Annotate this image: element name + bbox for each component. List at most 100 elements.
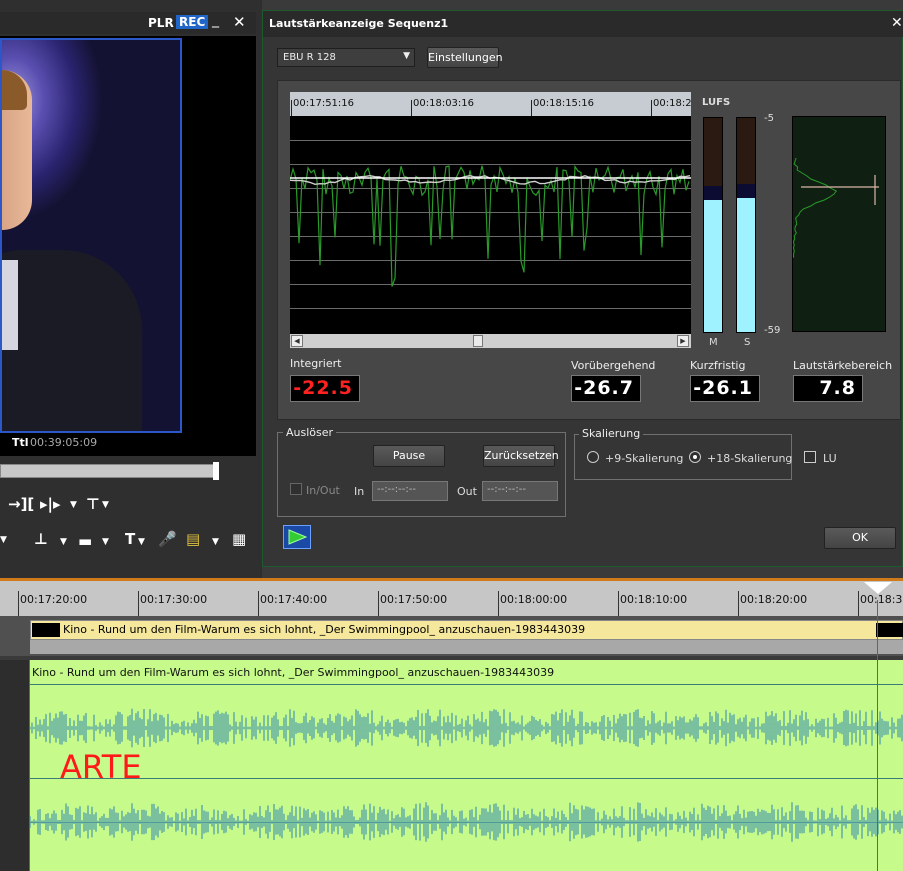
timeline-label: 00:18:00:00 (500, 593, 568, 606)
playhead-marker[interactable] (864, 582, 892, 594)
loudness-dialog: Lautstärkeanzeige Sequenz1 ✕ EBU R 128 ▼… (262, 10, 903, 567)
split-icon[interactable]: ⊤ (86, 495, 100, 513)
m-meter (703, 117, 723, 333)
marker-icon[interactable]: ▬ (78, 532, 92, 550)
scrub-bar[interactable] (0, 464, 218, 478)
clip-thumbnail-start (32, 623, 60, 637)
minimize-button[interactable]: _ (212, 12, 219, 28)
go-to-in-icon[interactable]: ▸|▸ (40, 495, 61, 513)
momentary-curve (290, 164, 690, 287)
timeline-ruler[interactable]: 00:17:20:00 00:17:30:00 00:17:40:00 00:1… (0, 578, 903, 617)
video-preview: Ttl 00:39:05:09 (0, 36, 256, 456)
play-icon (288, 529, 308, 545)
trigger-group-label: Auslöser (283, 426, 337, 439)
scale-18-radio[interactable] (689, 451, 701, 463)
reset-button[interactable]: Zurücksetzen (483, 445, 559, 467)
chevron-down-icon[interactable]: ▼ (138, 537, 145, 547)
shortterm-label: Kurzfristig (690, 359, 746, 372)
chevron-down-icon[interactable]: ▼ (0, 535, 7, 545)
graph-time-label: 00:18:03:16 (413, 98, 475, 109)
lu-label: LU (823, 452, 837, 465)
scale-9-radio[interactable] (587, 451, 599, 463)
video-clip-strip (30, 640, 903, 654)
presenter-hair (2, 70, 27, 110)
microphone-icon[interactable]: 🎤 (158, 530, 177, 548)
momentary-label: Vorübergehend (571, 359, 656, 372)
in-field[interactable]: --:--:--:-- (372, 481, 448, 501)
dialog-title: Lautstärkeanzeige Sequenz1 (269, 17, 449, 30)
timeline-label: 00:17:30:00 (140, 593, 208, 606)
timeline-label: 00:17:20:00 (20, 593, 88, 606)
momentary-readout: -26.7 (571, 375, 641, 402)
stamp-icon[interactable]: ⊥ (34, 530, 48, 548)
m-meter-band (704, 186, 722, 201)
meter-panel: 00:17:51:16 00:18:03:16 00:18:15:16 00:1… (277, 80, 901, 420)
scroll-left-icon[interactable]: ◀ (291, 335, 303, 347)
integrated-label: Integriert (290, 357, 342, 370)
in-label: In (354, 485, 365, 498)
chevron-down-icon[interactable]: ▼ (60, 537, 67, 547)
scroll-thumb[interactable] (473, 335, 483, 347)
player-panel: PLR REC _ ✕ Ttl 00:39:05:09 →][ ▸|▸ ▼ ⊤ … (0, 0, 262, 578)
play-sequence-button[interactable] (283, 525, 311, 549)
dialog-close-icon[interactable]: ✕ (891, 15, 903, 31)
scale-bottom-label: -59 (764, 325, 781, 336)
shortterm-readout: -26.1 (690, 375, 760, 402)
inout-label: In/Out (306, 484, 340, 497)
timeline-label: 00:18:10:00 (620, 593, 688, 606)
pause-button[interactable]: Pause (373, 445, 445, 467)
inout-checkbox[interactable] (290, 483, 302, 495)
scale-9-label: +9-Skalierung (605, 452, 684, 465)
timecode-label: Ttl (12, 436, 29, 449)
safe-area-frame (0, 38, 182, 433)
video-clip-title: Kino - Rund um den Film-Warum es sich lo… (63, 623, 586, 636)
close-button[interactable]: ✕ (233, 13, 246, 31)
out-field[interactable]: --:--:--:-- (482, 481, 558, 501)
graph-time-label: 00:18:15:16 (533, 98, 595, 109)
scaling-group-label: Skalierung (579, 427, 644, 440)
mark-out-icon[interactable]: →][ (8, 495, 34, 513)
audio-clip[interactable]: Kino - Rund um den Film-Warum es sich lo… (29, 660, 903, 871)
playhead-line (877, 600, 878, 871)
grid-icon[interactable]: ▦ (232, 530, 246, 548)
timeline-label: 00:17:40:00 (260, 593, 328, 606)
loudness-range-histogram (792, 116, 886, 332)
range-label: Lautstärkebereich (793, 359, 893, 372)
overlay-text: ARTE (60, 748, 142, 786)
standard-select-value: EBU R 128 (283, 52, 336, 63)
graph-scrollbar[interactable]: ◀ ▶ (290, 334, 691, 348)
chevron-down-icon: ▼ (403, 51, 410, 61)
timeline-label: 00:17:50:00 (380, 593, 448, 606)
ok-button[interactable]: OK (824, 527, 896, 549)
out-label: Out (457, 485, 477, 498)
waveform-channel (30, 802, 903, 842)
range-curve (792, 157, 879, 258)
integrated-readout: -22.5 (290, 375, 360, 402)
plr-label[interactable]: PLR (148, 16, 174, 30)
lu-checkbox[interactable] (804, 451, 816, 463)
video-clip[interactable]: Kino - Rund um den Film-Warum es sich lo… (30, 620, 903, 640)
loudness-curve (290, 164, 691, 287)
rec-label[interactable]: REC (176, 15, 209, 29)
timeline-label: 00:18:30 (860, 593, 903, 606)
presenter-jacket (2, 250, 142, 431)
loudness-graph: 00:17:51:16 00:18:03:16 00:18:15:16 00:1… (290, 92, 692, 348)
scroll-right-icon[interactable]: ▶ (677, 335, 689, 347)
graph-time-ruler: 00:17:51:16 00:18:03:16 00:18:15:16 00:1… (290, 92, 692, 116)
scrub-handle[interactable] (213, 462, 219, 480)
range-distribution (792, 157, 838, 258)
timecode-display: 00:39:05:09 (30, 436, 98, 449)
presenter-shirt (2, 260, 18, 350)
settings-button[interactable]: Einstellungen (427, 47, 503, 68)
title-icon[interactable]: T (125, 530, 135, 548)
chevron-down-icon[interactable]: ▼ (102, 500, 109, 510)
chevron-down-icon[interactable]: ▼ (212, 537, 219, 547)
chevron-down-icon[interactable]: ▼ (102, 537, 109, 547)
export-icon[interactable]: ▤ (186, 530, 200, 548)
s-meter-fill (737, 198, 755, 332)
s-meter (736, 117, 756, 333)
lufs-unit-label: LUFS (702, 97, 731, 108)
chevron-down-icon[interactable]: ▼ (70, 500, 77, 510)
m-label: M (709, 337, 718, 348)
standard-select[interactable]: EBU R 128 ▼ (277, 48, 415, 67)
